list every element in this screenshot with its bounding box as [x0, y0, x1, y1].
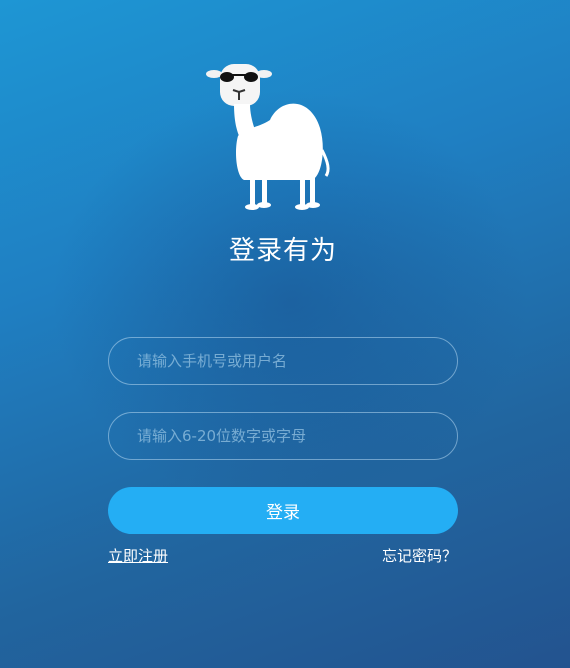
username-input[interactable] — [135, 351, 431, 371]
login-button[interactable]: 登录 — [108, 487, 458, 534]
password-input[interactable] — [135, 426, 431, 446]
camel-logo-icon — [200, 58, 340, 213]
username-field[interactable] — [108, 337, 458, 385]
login-title: 登录有为 — [228, 236, 337, 266]
register-link[interactable]: 立即注册 — [108, 545, 168, 566]
forgot-password-link[interactable]: 忘记密码？ — [382, 545, 457, 566]
password-field[interactable] — [108, 412, 458, 460]
